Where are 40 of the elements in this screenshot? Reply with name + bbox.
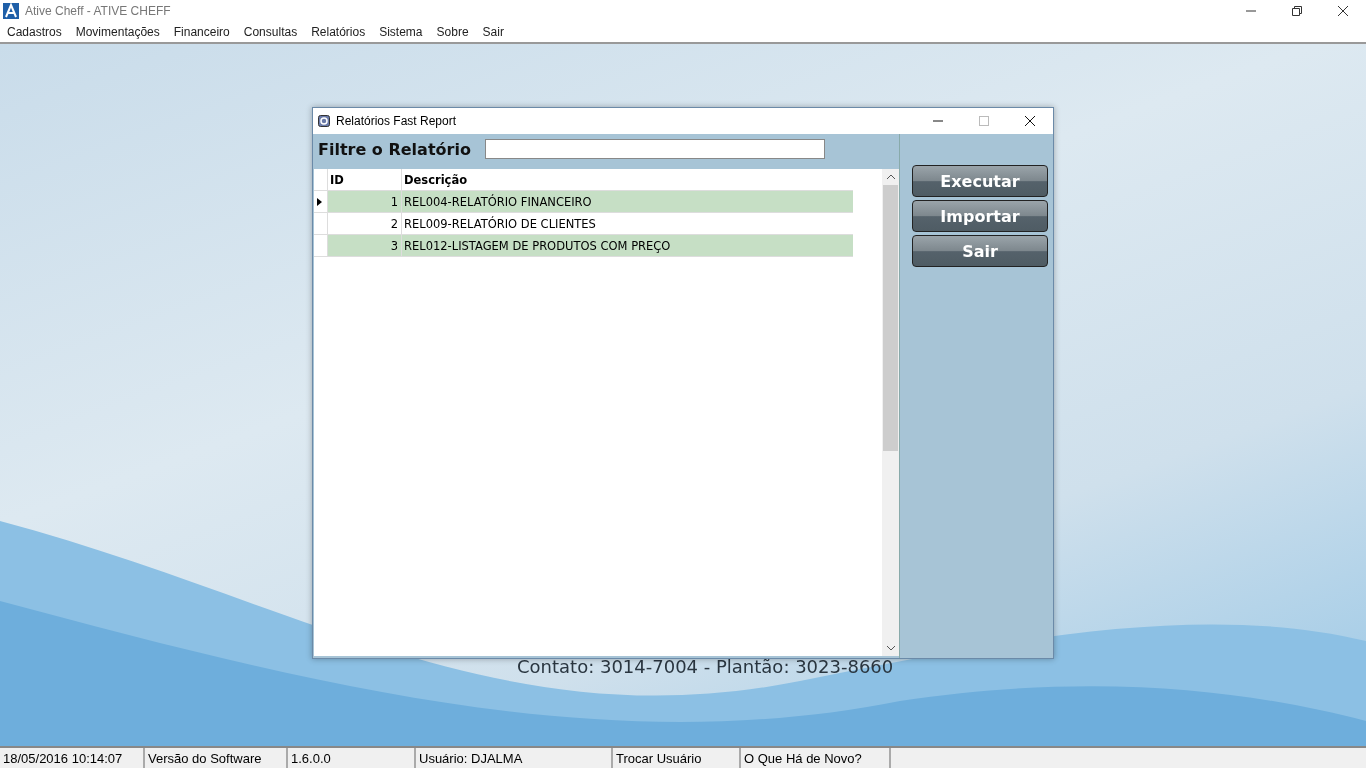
column-header[interactable]: Descrição — [402, 172, 853, 187]
status-panel: Usuário: DJALMA — [416, 748, 613, 768]
restore-icon[interactable] — [1292, 6, 1302, 16]
report-icon — [318, 115, 330, 127]
close-icon[interactable] — [1338, 6, 1348, 16]
action-button[interactable]: Importar — [912, 200, 1048, 232]
maximize-icon — [979, 116, 989, 126]
table-cell-text: REL012-LISTAGEM DE PRODUTOS COM PREÇO — [403, 238, 672, 253]
column-header[interactable]: ID — [328, 169, 402, 190]
scroll-up-icon[interactable] — [885, 174, 896, 180]
contact-text: Contato: 3014-7004 - Plantão: 3023-8660 — [517, 656, 894, 677]
table-cell: 2 — [328, 213, 402, 234]
table-row[interactable]: 3 REL012-LISTAGEM DE PRODUTOS COM PREÇO — [314, 235, 853, 257]
status-panel: 18/05/2016 10:14:07 — [0, 748, 145, 768]
app-logo-icon — [3, 3, 19, 19]
table-cell: 3 — [328, 235, 402, 256]
close-icon[interactable] — [1025, 116, 1035, 126]
scroll-down-icon[interactable] — [885, 645, 896, 651]
status-panel: Versão do Software — [145, 748, 288, 768]
status-panel[interactable]: O Que Há de Novo? — [741, 748, 891, 768]
status-panel[interactable]: Trocar Usuário — [613, 748, 741, 768]
menu-item[interactable]: Cadastros — [7, 25, 62, 39]
filter-label: Filtre o Relatório — [318, 139, 471, 159]
menu-item[interactable]: Movimentações — [75, 25, 160, 39]
action-button[interactable]: Executar — [912, 165, 1048, 197]
dialog-title: Relatórios Fast Report — [336, 114, 457, 128]
filter-field[interactable] — [484, 139, 825, 159]
menu-item[interactable]: Financeiro — [173, 25, 230, 39]
menu-item[interactable]: Consultas — [243, 25, 298, 39]
menu-item[interactable]: Relatórios — [311, 25, 366, 39]
action-button[interactable]: Sair — [912, 235, 1048, 267]
status-panel: 1.6.0.0 — [288, 748, 416, 768]
window-title: Ative Cheff - ATIVE CHEFF — [25, 4, 171, 18]
table-cell-text: REL009-RELATÓRIO DE CLIENTES — [403, 216, 597, 231]
table-cell-text: REL004-RELATÓRIO FINANCEIRO — [403, 194, 593, 209]
table-row[interactable]: 1 REL004-RELATÓRIO FINANCEIRO — [314, 191, 853, 213]
menu-item[interactable]: Sistema — [379, 25, 423, 39]
menu-item[interactable]: Sair — [482, 25, 504, 39]
table-cell: 1 — [328, 191, 402, 212]
menu-item[interactable]: Sobre — [436, 25, 469, 39]
